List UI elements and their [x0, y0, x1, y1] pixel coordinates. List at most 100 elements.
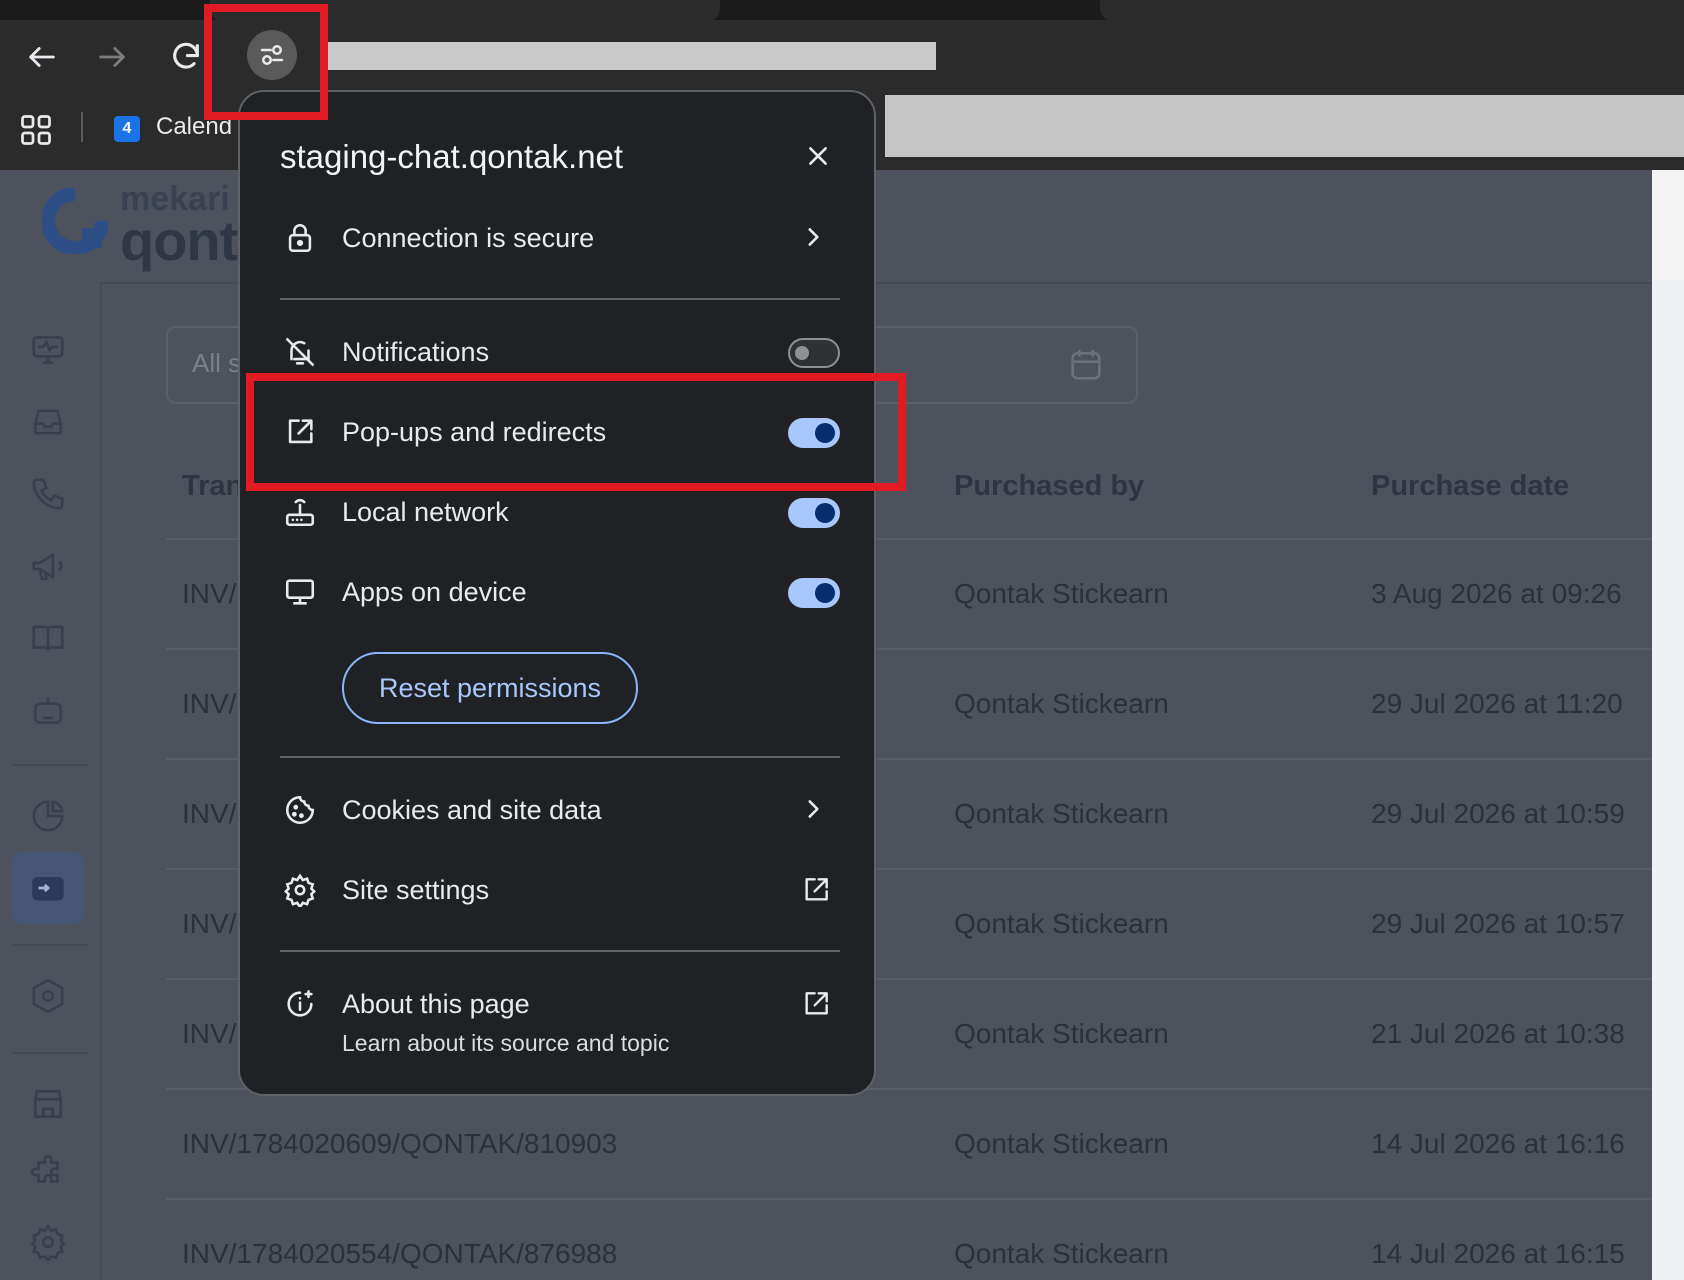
table-divider [166, 1198, 1652, 1200]
cookie-icon [280, 790, 320, 830]
site-settings-item[interactable]: Site settings [280, 870, 489, 910]
close-icon [809, 147, 827, 165]
purchased-by-cell: Qontak Stickearn [954, 798, 1169, 829]
desktop-icon [280, 572, 320, 612]
sidebar-item-calls[interactable] [28, 474, 68, 514]
sidebar-item-broadcast[interactable] [28, 546, 68, 586]
column-header-purchased-by[interactable]: Purchased by [954, 470, 1144, 503]
store-icon [34, 1090, 62, 1118]
filter-value: All s [192, 348, 242, 378]
sidebar-divider [12, 1052, 88, 1054]
notifications-item[interactable]: Notifications [280, 332, 489, 372]
gear-icon [30, 1223, 66, 1261]
purchased-by-cell: Qontak Stickearn [954, 1238, 1169, 1269]
sidebar-item-reports[interactable] [28, 796, 68, 836]
purchased-by-cell: Qontak Stickearn [954, 1128, 1169, 1159]
bell-off-icon [280, 332, 320, 372]
local-network-item[interactable]: Local network [280, 492, 509, 532]
info-sparkle-icon [280, 984, 320, 1024]
about-page-label: About this page [342, 988, 530, 1019]
arrow-left-icon [29, 47, 55, 67]
back-button[interactable] [18, 33, 66, 81]
purchase-date-cell: 29 Jul 2026 at 10:59 [1371, 798, 1625, 829]
invoice-cell: INV/1784020609/QONTAK/810903 [182, 1128, 618, 1159]
connection-label: Connection is secure [342, 222, 595, 253]
popup-divider [280, 298, 840, 300]
about-page-subtitle: Learn about its source and topic [342, 1030, 670, 1056]
purchase-date-cell: 29 Jul 2026 at 11:20 [1371, 688, 1623, 719]
robot-icon [34, 697, 62, 724]
about-page-item[interactable]: About this page [280, 984, 530, 1024]
lock-icon [280, 218, 320, 258]
purchase-date-cell: 14 Jul 2026 at 16:15 [1371, 1238, 1625, 1269]
sidebar-item-store[interactable] [28, 1084, 68, 1124]
page-edge [1652, 170, 1684, 280]
gear-icon [280, 870, 320, 910]
phone-icon [32, 478, 64, 510]
page-edge-column [1652, 280, 1684, 1280]
sidebar-divider [12, 944, 88, 946]
invoice-cell: INV/ [182, 908, 237, 939]
hexagon-icon [32, 978, 64, 1014]
popup-divider [280, 756, 840, 758]
invoice-cell: INV/1784020554/QONTAK/876988 [182, 1238, 618, 1269]
sidebar-divider [12, 764, 88, 766]
cookies-item[interactable]: Cookies and site data [280, 790, 602, 830]
calendar-bookmark-icon[interactable]: 4 [114, 116, 140, 142]
open-in-new-icon [800, 874, 832, 906]
column-header-purchase-date[interactable]: Purchase date [1371, 470, 1569, 503]
highlight-site-info-button [204, 4, 328, 120]
chevron-right-icon [800, 796, 826, 822]
reload-icon [173, 42, 199, 69]
wallet-icon [32, 877, 64, 901]
sidebar-item-dashboard[interactable] [28, 330, 68, 370]
address-bar-redacted[interactable] [322, 42, 936, 70]
calendar-icon[interactable] [1066, 345, 1106, 385]
purchase-date-cell: 3 Aug 2026 at 09:26 [1371, 578, 1622, 609]
local-network-label: Local network [342, 496, 509, 527]
invoice-cell: INV/ [182, 798, 237, 829]
arrow-right-icon [99, 47, 125, 67]
purchase-date-cell: 14 Jul 2026 at 16:16 [1371, 1128, 1625, 1159]
popup-divider [280, 950, 840, 952]
close-button[interactable] [796, 134, 840, 178]
notifications-toggle[interactable] [788, 338, 840, 368]
sidebar-item-plugins[interactable] [28, 1152, 68, 1192]
sidebar-item-integrations[interactable] [28, 976, 68, 1016]
chevron-right-icon [800, 224, 826, 250]
purchased-by-cell: Qontak Stickearn [954, 1018, 1169, 1049]
book-icon [32, 625, 64, 651]
forward-button[interactable] [88, 33, 136, 81]
puzzle-icon [30, 1154, 59, 1183]
monitor-pulse-icon [32, 336, 64, 364]
browser-tab-2[interactable] [1100, 0, 1684, 22]
sidebar-item-settings[interactable] [28, 1222, 68, 1262]
reset-permissions-button[interactable]: Reset permissions [342, 652, 638, 724]
inbox-icon [34, 409, 62, 435]
apps-on-device-label: Apps on device [342, 576, 527, 607]
sidebar-item-knowledge[interactable] [28, 618, 68, 658]
sidebar-item-billing[interactable] [28, 868, 68, 908]
reload-button[interactable] [162, 33, 210, 81]
sidebar-item-bot[interactable] [28, 690, 68, 730]
megaphone-icon [32, 552, 63, 580]
purchase-date-cell: 29 Jul 2026 at 10:57 [1371, 908, 1625, 939]
bookmarks-divider [81, 112, 83, 142]
column-header-transaction[interactable]: Tran [182, 470, 243, 503]
purchased-by-cell: Qontak Stickearn [954, 688, 1169, 719]
invoice-cell: INV/ [182, 688, 237, 719]
apps-on-device-toggle[interactable] [788, 578, 840, 608]
popup-site-title: staging-chat.qontak.net [280, 138, 624, 175]
apps-icon[interactable] [18, 112, 54, 148]
apps-on-device-item[interactable]: Apps on device [280, 572, 527, 612]
qontak-logo-icon [42, 188, 108, 254]
sidebar-item-inbox[interactable] [28, 402, 68, 442]
invoice-cell: INV/ [182, 1018, 237, 1049]
router-icon [280, 492, 320, 532]
pie-chart-icon [32, 800, 64, 832]
invoice-cell: INV/ [182, 578, 237, 609]
connection-secure-item[interactable]: Connection is secure [280, 218, 594, 258]
open-in-new-icon [800, 988, 832, 1020]
local-network-toggle[interactable] [788, 498, 840, 528]
highlight-popups-row [246, 373, 906, 491]
